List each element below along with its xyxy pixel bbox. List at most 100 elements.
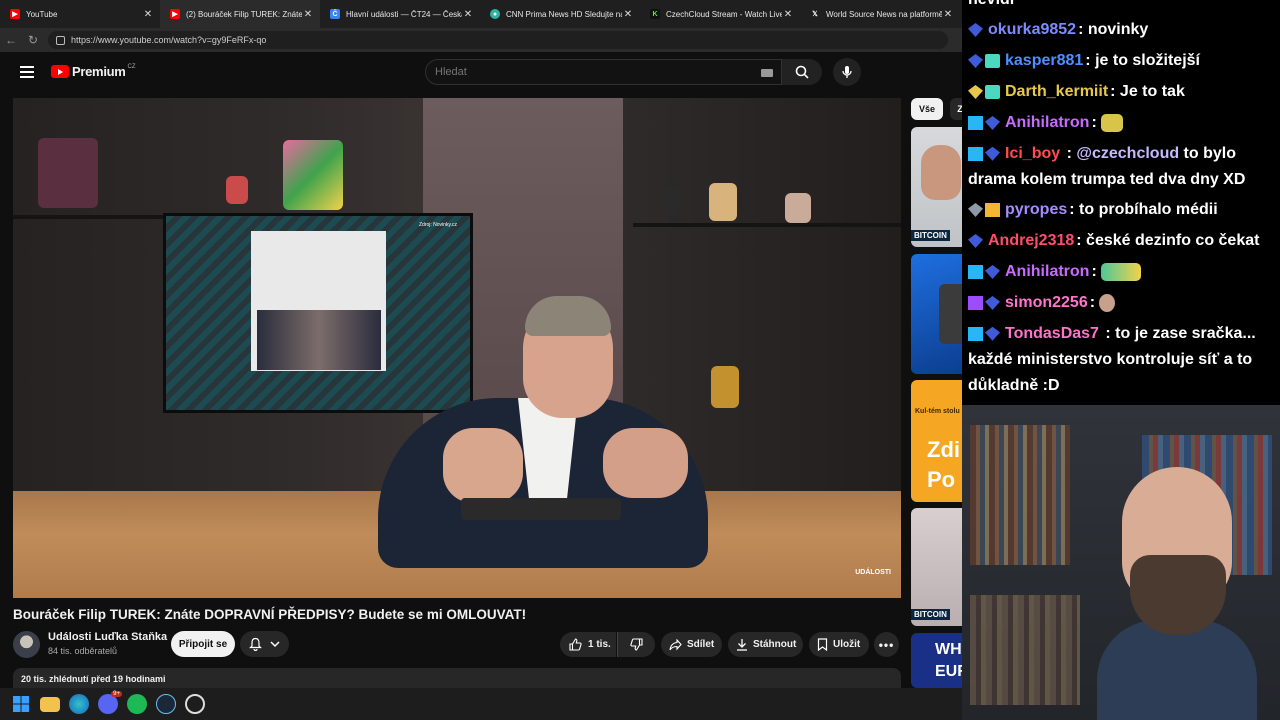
browser-tab-x[interactable]: 𝕏 World Source News na platformě ✕	[800, 0, 960, 28]
streamer-webcam	[962, 405, 1280, 720]
webcam-streamer-shoulders	[1097, 620, 1257, 720]
windows-logo-icon	[13, 696, 29, 712]
spotify-icon[interactable]	[127, 694, 147, 714]
like-button[interactable]: 1 tis.	[560, 632, 616, 657]
recommendation-phone	[939, 284, 963, 344]
chat-message: Andrej2318 : české dezinfo co čekat	[968, 228, 1259, 254]
recommendation-label: Zdi Po	[927, 437, 960, 492]
cube-badge-icon	[968, 116, 983, 130]
recommendation-small-text: Kul-tém stolu	[915, 408, 960, 415]
youtube-logo[interactable]: Premium CZ	[51, 64, 136, 79]
chat-text: : české dezinfo co čekat	[1076, 232, 1260, 249]
chat-mention: @czechcloud	[1076, 145, 1180, 162]
chat-username: simon2256	[1005, 294, 1088, 311]
windows-start-icon[interactable]	[11, 694, 31, 714]
recommendation-face	[921, 145, 961, 200]
video-prop	[226, 176, 248, 204]
cube-badge-icon	[968, 146, 983, 161]
tab-title: World Source News na platformě	[826, 9, 942, 19]
app-icon[interactable]	[185, 694, 205, 714]
chat-text: : novinky	[1078, 21, 1149, 38]
recommendation-thumbnail[interactable]: WH EUR	[911, 633, 963, 688]
recommendation-thumbnail[interactable]: BITCOIN	[911, 127, 963, 247]
chat-message: simon2256 :	[968, 290, 1116, 316]
channel-avatar[interactable]	[13, 631, 40, 658]
download-button[interactable]: Stáhnout	[728, 632, 803, 657]
chat-text: :	[1089, 294, 1096, 311]
more-actions-button[interactable]: •••	[874, 632, 899, 657]
video-player[interactable]: Zdroj: Novinky.cz UDÁLOSTI	[13, 98, 901, 598]
search-button[interactable]	[782, 59, 822, 85]
steam-icon[interactable]	[156, 694, 176, 714]
cube-badge-icon	[968, 265, 983, 279]
bell-icon	[249, 637, 262, 651]
dislike-button[interactable]	[617, 632, 655, 657]
video-prop	[711, 366, 739, 408]
tab-close-icon[interactable]: ✕	[142, 9, 154, 20]
chat-username: Darth_kermiit	[1005, 83, 1109, 100]
more-horizontal-icon: •••	[878, 637, 895, 652]
voice-search-button[interactable]	[833, 58, 861, 86]
browser-tab-cnn-prima[interactable]: ● CNN Prima News HD Sledujte na S ✕	[480, 0, 640, 28]
tab-close-icon[interactable]: ✕	[622, 9, 634, 20]
description-box[interactable]: 20 tis. zhlédnutí před 19 hodinami	[13, 668, 901, 688]
subscriber-badge-icon	[985, 85, 1000, 99]
browser-tab-video[interactable]: ▶ (2) Bouráček Filip TUREK: Znáte DO ✕	[160, 0, 320, 28]
edge-browser-icon[interactable]	[69, 694, 89, 714]
video-tablet	[461, 498, 621, 520]
video-presenter-hand	[443, 428, 523, 503]
discord-notification-badge: 9+	[111, 691, 122, 697]
share-label: Sdílet	[687, 639, 715, 650]
reload-icon[interactable]: ↻	[22, 33, 44, 47]
kick-favicon-icon: K	[650, 9, 660, 19]
browser-tab-youtube[interactable]: ▶ YouTube ✕	[0, 0, 160, 28]
channel-name[interactable]: Události Luďka Staňka	[48, 631, 167, 643]
tab-title: Hlavní události — ČT24 — Česká t	[346, 9, 462, 19]
file-explorer-icon[interactable]	[40, 696, 60, 712]
cube-badge-icon	[968, 296, 983, 310]
emote-icon	[1100, 114, 1123, 132]
tab-close-icon[interactable]: ✕	[302, 9, 314, 20]
tab-close-icon[interactable]: ✕	[782, 9, 794, 20]
browser-tab-ct24[interactable]: Č Hlavní události — ČT24 — Česká t ✕	[320, 0, 480, 28]
save-label: Uložit	[833, 639, 861, 650]
discord-icon[interactable]: 9+	[98, 691, 122, 714]
address-bar-row: ← ↻ https://www.youtube.com/watch?v=gy9F…	[0, 28, 962, 52]
browser-tab-kick[interactable]: K CzechCloud Stream - Watch Live o ✕	[640, 0, 800, 28]
chat-username: Anihilatron	[1005, 263, 1090, 280]
recommendation-label: WH EUR	[935, 641, 963, 680]
share-button[interactable]: Sdílet	[661, 632, 722, 657]
microphone-icon	[842, 66, 852, 78]
crown-badge-icon	[985, 203, 1000, 217]
gem-badge-icon	[985, 146, 1000, 161]
search-box[interactable]	[425, 59, 782, 85]
video-tv-source: Zdroj: Novinky.cz	[419, 222, 457, 228]
chat-message-partial: nevidí	[968, 0, 1014, 13]
youtube-play-logo-icon	[51, 65, 69, 78]
video-presenter-hair	[525, 296, 611, 336]
url-field[interactable]: https://www.youtube.com/watch?v=gy9FeRFx…	[48, 31, 948, 49]
tab-close-icon[interactable]: ✕	[942, 9, 954, 20]
tab-close-icon[interactable]: ✕	[462, 9, 474, 20]
recommendation-thumbnail[interactable]	[911, 254, 963, 374]
chat-text: :	[1091, 114, 1097, 131]
chat-message: Anihilatron :	[968, 259, 1141, 285]
join-button[interactable]: Připojit se	[171, 631, 235, 657]
video-prop	[663, 188, 679, 216]
search-input[interactable]	[435, 66, 735, 78]
video-prop	[709, 183, 737, 221]
chat-text: nevidí	[968, 0, 1014, 13]
recommendation-thumbnail[interactable]: BITCOIN	[911, 508, 963, 626]
site-info-icon[interactable]	[56, 35, 65, 45]
keyboard-icon[interactable]	[761, 69, 773, 77]
filter-chip-all[interactable]: Vše	[911, 98, 943, 120]
logo-text: Premium	[72, 64, 126, 79]
menu-icon[interactable]	[20, 66, 34, 78]
notifications-button[interactable]	[240, 631, 289, 657]
save-button[interactable]: Uložit	[809, 632, 869, 657]
recommendation-thumbnail[interactable]: Kul-tém stolu Zdi Po	[911, 380, 963, 502]
back-arrow-icon[interactable]: ←	[0, 33, 22, 47]
download-icon	[737, 639, 747, 651]
gem-badge-icon	[968, 234, 983, 248]
x-favicon-icon: 𝕏	[812, 11, 818, 18]
